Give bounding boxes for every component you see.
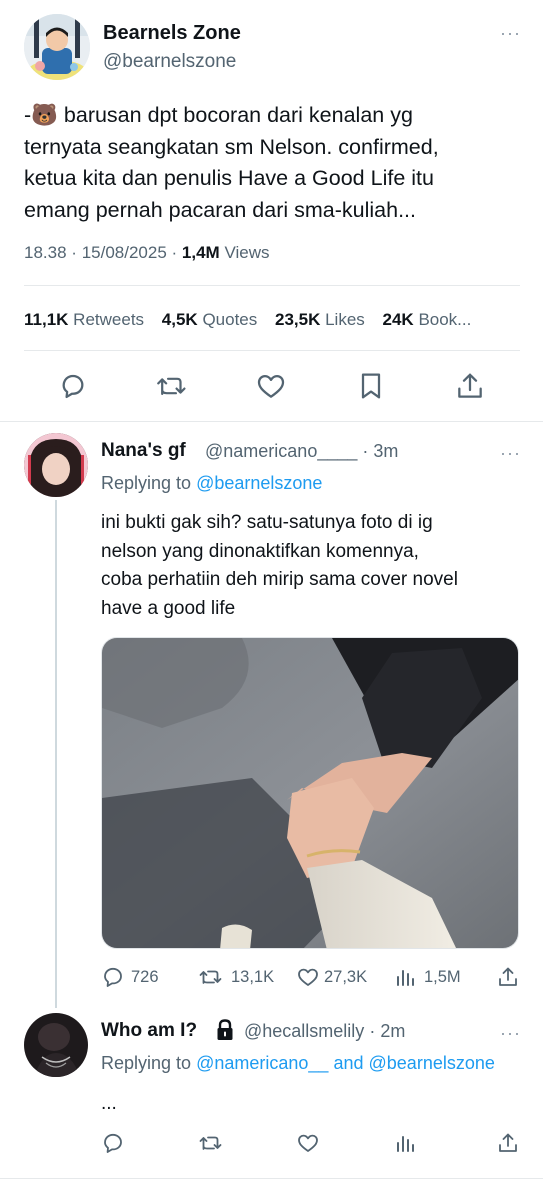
reply-count: 726 [131, 968, 159, 986]
retweets-stat[interactable]: 11,1K Retweets [24, 310, 144, 329]
replying-to: Replying to @namericano__ and @bearnelsz… [101, 1053, 495, 1073]
mention-link[interactable]: @bearnelszone [369, 1053, 495, 1073]
more-options-icon[interactable]: ··· [500, 1024, 521, 1042]
reply-text: ini bukti gak sih? satu-satunya foto di … [101, 512, 458, 619]
mention-link[interactable]: @bearnelszone [196, 473, 322, 493]
divider [0, 421, 543, 422]
share-icon[interactable] [496, 1131, 520, 1155]
reply-meta: @hecallsmelily · 2m [244, 1021, 406, 1041]
quotes-stat[interactable]: 4,5K Quotes [162, 310, 257, 329]
replying-to: Replying to @bearnelszone [101, 473, 323, 493]
like-icon[interactable] [296, 965, 320, 989]
views-count: 1,4M [181, 243, 220, 262]
avatar[interactable] [24, 1013, 88, 1077]
retweet-icon[interactable] [155, 370, 189, 402]
reply-time: 3m [373, 441, 399, 461]
divider [24, 285, 520, 286]
reply-icon[interactable] [101, 965, 125, 989]
like-icon[interactable] [296, 1131, 320, 1155]
reply-icon[interactable] [101, 1131, 125, 1155]
bookmark-icon[interactable] [355, 370, 387, 402]
mention-link[interactable]: @namericano__ [196, 1053, 328, 1073]
divider [24, 350, 520, 351]
tweet-date: 15/08/2025 [81, 243, 167, 262]
main-tweet: Bearnels Zone @bearnelszone ··· -🐻 barus… [0, 0, 543, 422]
like-count: 27,3K [324, 968, 368, 986]
retweet-icon[interactable] [198, 965, 224, 989]
thread-line [55, 500, 57, 1008]
tweet-time: 18.38 [24, 243, 67, 262]
more-options-icon[interactable]: ··· [500, 24, 521, 42]
reply-icon[interactable] [57, 370, 89, 402]
reply-time: 2m [380, 1021, 406, 1041]
reply-handle[interactable]: @hecallsmelily [244, 1021, 364, 1041]
reply-meta: @namericano____ · 3m [205, 441, 399, 461]
like-icon[interactable] [255, 370, 287, 402]
reply-author-name[interactable]: Nana's gf [101, 440, 186, 462]
lock-icon [217, 1019, 233, 1040]
reply-handle[interactable]: @namericano____ [205, 441, 357, 461]
tweet-stats: 11,1K Retweets 4,5K Quotes 23,5K Likes 2… [24, 310, 484, 330]
author-name[interactable]: Bearnels Zone [103, 22, 241, 45]
retweet-icon[interactable] [198, 1131, 224, 1155]
retweet-count: 13,1K [231, 968, 275, 986]
attached-photo[interactable] [101, 637, 519, 949]
views-icon[interactable] [394, 1131, 418, 1155]
views-label[interactable]: Views [224, 243, 269, 262]
more-options-icon[interactable]: ··· [500, 444, 521, 462]
likes-stat[interactable]: 23,5K Likes [275, 310, 365, 329]
avatar[interactable] [24, 433, 88, 497]
share-icon[interactable] [496, 965, 520, 989]
views-count: 1,5M [424, 968, 461, 986]
bookmarks-stat[interactable]: 24K Book... [383, 310, 472, 329]
tweet-text: -🐻 barusan dpt bocoran dari kenalan yg t… [24, 103, 439, 222]
reply-text: ... [101, 1093, 117, 1114]
views-icon[interactable] [394, 965, 418, 989]
share-icon[interactable] [454, 370, 486, 402]
avatar[interactable] [24, 14, 90, 80]
reply-author-name[interactable]: Who am I? [101, 1020, 197, 1042]
divider [0, 1178, 543, 1179]
author-handle[interactable]: @bearnelszone [103, 51, 236, 73]
tweet-meta: 18.38 · 15/08/2025 · 1,4M Views [24, 243, 270, 262]
